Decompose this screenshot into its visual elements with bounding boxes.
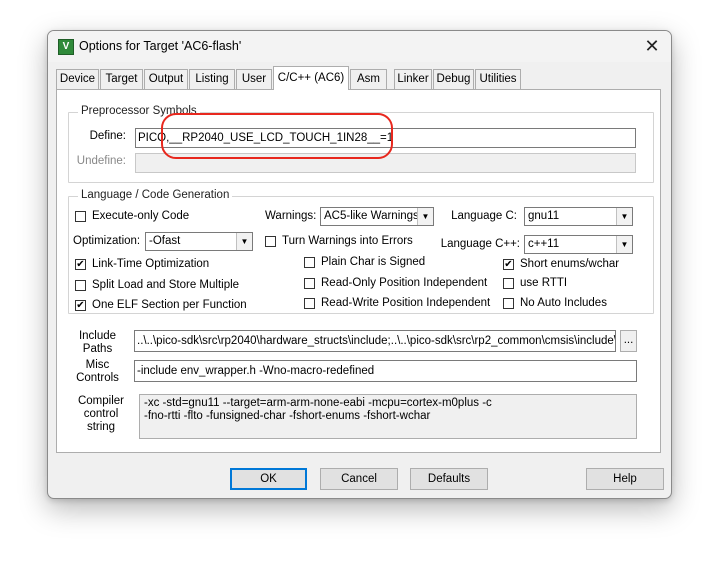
optimization-select[interactable]: -Ofast ▼ bbox=[145, 232, 253, 251]
use-rtti-checkbox[interactable] bbox=[503, 278, 514, 289]
execute-only-checkbox[interactable] bbox=[75, 211, 86, 222]
ropi-label: Read-Only Position Independent bbox=[321, 277, 488, 289]
tab-user[interactable]: User bbox=[236, 69, 272, 89]
one-elf-checkbox[interactable]: ✔ bbox=[75, 300, 86, 311]
tab-asm[interactable]: Asm bbox=[350, 69, 387, 89]
undefine-label: Undefine: bbox=[76, 155, 126, 167]
warnings-label: Warnings: bbox=[265, 210, 317, 222]
misc-label-line2: Controls bbox=[76, 372, 119, 384]
compiler-label-line2: control bbox=[83, 408, 119, 420]
tab-listing[interactable]: Listing bbox=[189, 69, 235, 89]
language-group-label: Language / Code Generation bbox=[78, 189, 233, 201]
include-label-line1: Include bbox=[78, 330, 117, 342]
compiler-control-string: -xc -std=gnu11 --target=arm-arm-none-eab… bbox=[139, 394, 637, 439]
rwpi-label: Read-Write Position Independent bbox=[321, 297, 491, 309]
ok-button[interactable]: OK bbox=[230, 468, 307, 490]
warnings-value: AC5-like Warnings bbox=[324, 210, 419, 222]
short-enums-checkbox[interactable]: ✔ bbox=[503, 259, 514, 270]
use-rtti-label: use RTTI bbox=[520, 277, 568, 289]
cancel-button[interactable]: Cancel bbox=[320, 468, 398, 490]
turn-warnings-label: Turn Warnings into Errors bbox=[282, 235, 413, 247]
compiler-control-label: Compiler control string bbox=[73, 395, 129, 434]
keil-app-icon: V bbox=[58, 39, 74, 55]
no-auto-includes-checkbox[interactable] bbox=[503, 298, 514, 309]
language-cpp-label: Language C++: bbox=[440, 238, 520, 250]
title-bar: V Options for Target 'AC6-flash' ✕ bbox=[48, 31, 671, 62]
no-auto-includes-label: No Auto Includes bbox=[520, 297, 607, 309]
options-dialog: V Options for Target 'AC6-flash' ✕ Devic… bbox=[47, 30, 672, 499]
language-cpp-value: c++11 bbox=[528, 238, 560, 250]
include-paths-input[interactable]: ..\..\pico-sdk\src\rp2040\hardware_struc… bbox=[134, 330, 616, 352]
help-button[interactable]: Help bbox=[586, 468, 664, 490]
window-title: Options for Target 'AC6-flash' bbox=[79, 39, 242, 53]
close-button[interactable]: ✕ bbox=[637, 34, 667, 58]
plain-char-checkbox[interactable] bbox=[304, 257, 315, 268]
compiler-control-line2: -fno-rtti -flto -funsigned-char -fshort-… bbox=[144, 410, 431, 422]
language-c-label: Language C: bbox=[451, 210, 517, 222]
tab-debug[interactable]: Debug bbox=[433, 69, 474, 89]
optimization-label: Optimization: bbox=[73, 235, 141, 247]
link-time-checkbox[interactable]: ✔ bbox=[75, 259, 86, 270]
warnings-select[interactable]: AC5-like Warnings ▼ bbox=[320, 207, 434, 226]
turn-warnings-checkbox[interactable] bbox=[265, 236, 276, 247]
rwpi-checkbox[interactable] bbox=[304, 298, 315, 309]
short-enums-label: Short enums/wchar bbox=[520, 258, 620, 270]
compiler-control-line1: -xc -std=gnu11 --target=arm-arm-none-eab… bbox=[144, 397, 492, 409]
chevron-down-icon: ▼ bbox=[236, 233, 252, 250]
misc-controls-label: Misc Controls bbox=[73, 359, 122, 385]
execute-only-label: Execute-only Code bbox=[92, 210, 190, 222]
defaults-button[interactable]: Defaults bbox=[410, 468, 488, 490]
plain-char-label: Plain Char is Signed bbox=[321, 256, 426, 268]
split-load-label: Split Load and Store Multiple bbox=[92, 279, 240, 291]
chevron-down-icon: ▼ bbox=[417, 208, 433, 225]
tab-target[interactable]: Target bbox=[100, 69, 143, 89]
red-highlight-annotation bbox=[161, 113, 393, 159]
misc-controls-input[interactable]: -include env_wrapper.h -Wno-macro-redefi… bbox=[134, 360, 637, 382]
include-label-line2: Paths bbox=[82, 343, 113, 355]
include-paths-label: Include Paths bbox=[73, 330, 122, 356]
tab-device[interactable]: Device bbox=[56, 69, 99, 89]
compiler-label-line3: string bbox=[86, 421, 116, 433]
link-time-label: Link-Time Optimization bbox=[92, 258, 210, 270]
ropi-checkbox[interactable] bbox=[304, 278, 315, 289]
tab-output[interactable]: Output bbox=[144, 69, 188, 89]
chevron-down-icon: ▼ bbox=[616, 208, 632, 225]
chevron-down-icon: ▼ bbox=[616, 236, 632, 253]
define-label: Define: bbox=[89, 130, 126, 142]
tab-utilities[interactable]: Utilities bbox=[475, 69, 521, 89]
tab-cpp-ac6[interactable]: C/C++ (AC6) bbox=[273, 66, 349, 90]
optimization-value: -Ofast bbox=[149, 235, 181, 247]
compiler-label-line1: Compiler bbox=[77, 395, 124, 407]
tab-linker[interactable]: Linker bbox=[394, 69, 432, 89]
split-load-checkbox[interactable] bbox=[75, 280, 86, 291]
language-c-select[interactable]: gnu11 ▼ bbox=[524, 207, 633, 226]
one-elf-label: One ELF Section per Function bbox=[92, 299, 247, 311]
language-c-value: gnu11 bbox=[528, 210, 560, 222]
language-cpp-select[interactable]: c++11 ▼ bbox=[524, 235, 633, 254]
misc-label-line1: Misc bbox=[85, 359, 110, 371]
include-browse-button[interactable]: ... bbox=[620, 330, 637, 352]
